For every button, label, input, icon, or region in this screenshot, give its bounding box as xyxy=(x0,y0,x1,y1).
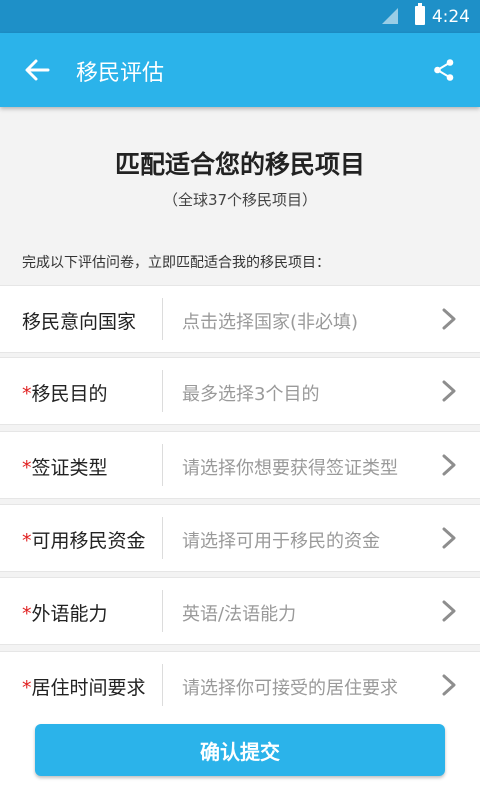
required-mark: * xyxy=(22,530,32,552)
row-label: *外语能力 xyxy=(22,599,108,626)
back-button[interactable] xyxy=(22,55,52,85)
signal-icon xyxy=(382,8,398,24)
row-value[interactable]: 请选择你可接受的居住要求 xyxy=(182,674,398,700)
headline: 匹配适合您的移民项目 xyxy=(114,150,365,179)
submit-button[interactable]: 确认提交 xyxy=(35,724,445,776)
row-divider xyxy=(162,517,163,559)
form-row-residency[interactable]: *居住时间要求 请选择你可接受的居住要求 xyxy=(0,651,480,719)
chevron-right-icon xyxy=(442,527,456,549)
row-divider xyxy=(162,590,163,632)
page-title: 移民评估 xyxy=(76,61,165,86)
row-value[interactable]: 最多选择3个目的 xyxy=(182,380,319,406)
row-label-text: 居住时间要求 xyxy=(31,677,146,699)
row-value[interactable]: 请选择你想要获得签证类型 xyxy=(182,454,398,480)
status-time: 4:24 xyxy=(431,7,470,27)
row-divider xyxy=(162,298,163,340)
row-value[interactable]: 英语/法语能力 xyxy=(182,600,296,626)
form-row-purpose[interactable]: *移民目的 最多选择3个目的 xyxy=(0,357,480,425)
row-label: *签证类型 xyxy=(22,453,108,480)
chevron-right-icon xyxy=(442,380,456,402)
chevron-right-icon xyxy=(442,674,456,696)
form-row-language[interactable]: *外语能力 英语/法语能力 xyxy=(0,577,480,645)
form-row-country[interactable]: 移民意向国家 点击选择国家(非必填) xyxy=(0,285,480,353)
required-mark: * xyxy=(22,383,32,405)
row-label: *可用移民资金 xyxy=(22,526,146,553)
row-label-text: 移民目的 xyxy=(31,383,108,405)
row-label-text: 签证类型 xyxy=(31,457,108,479)
row-value[interactable]: 请选择可用于移民的资金 xyxy=(182,527,380,553)
chevron-right-icon xyxy=(442,600,456,622)
row-label-text: 移民意向国家 xyxy=(22,311,137,333)
arrow-left-icon xyxy=(25,59,50,81)
status-bar: 4:24 xyxy=(0,0,480,33)
required-mark: * xyxy=(22,677,32,699)
row-value[interactable]: 点击选择国家(非必填) xyxy=(182,308,358,334)
row-label: *居住时间要求 xyxy=(22,673,146,700)
row-divider xyxy=(162,664,163,706)
app-bar: 移民评估 xyxy=(0,33,480,107)
row-label-text: 可用移民资金 xyxy=(31,530,146,552)
row-label-text: 外语能力 xyxy=(31,603,108,625)
intro-section: 匹配适合您的移民项目 （全球37个移民项目） 完成以下评估问卷，立即匹配适合我的… xyxy=(0,107,480,285)
chevron-right-icon xyxy=(442,454,456,476)
row-label: 移民意向国家 xyxy=(22,307,136,334)
required-mark: * xyxy=(22,603,32,625)
share-icon xyxy=(434,59,454,81)
chevron-right-icon xyxy=(442,308,456,330)
row-divider xyxy=(162,444,163,486)
form-prompt: 完成以下评估问卷，立即匹配适合我的移民项目： xyxy=(22,255,330,271)
form-row-funds[interactable]: *可用移民资金 请选择可用于移民的资金 xyxy=(0,504,480,572)
row-divider xyxy=(162,370,163,412)
required-mark: * xyxy=(22,457,32,479)
row-label: *移民目的 xyxy=(22,379,108,406)
subline: （全球37个移民项目） xyxy=(162,191,318,209)
bottom-bar: 确认提交 xyxy=(0,712,480,800)
share-button[interactable] xyxy=(432,58,456,82)
battery-icon xyxy=(415,3,425,25)
form-row-visa-type[interactable]: *签证类型 请选择你想要获得签证类型 xyxy=(0,431,480,499)
